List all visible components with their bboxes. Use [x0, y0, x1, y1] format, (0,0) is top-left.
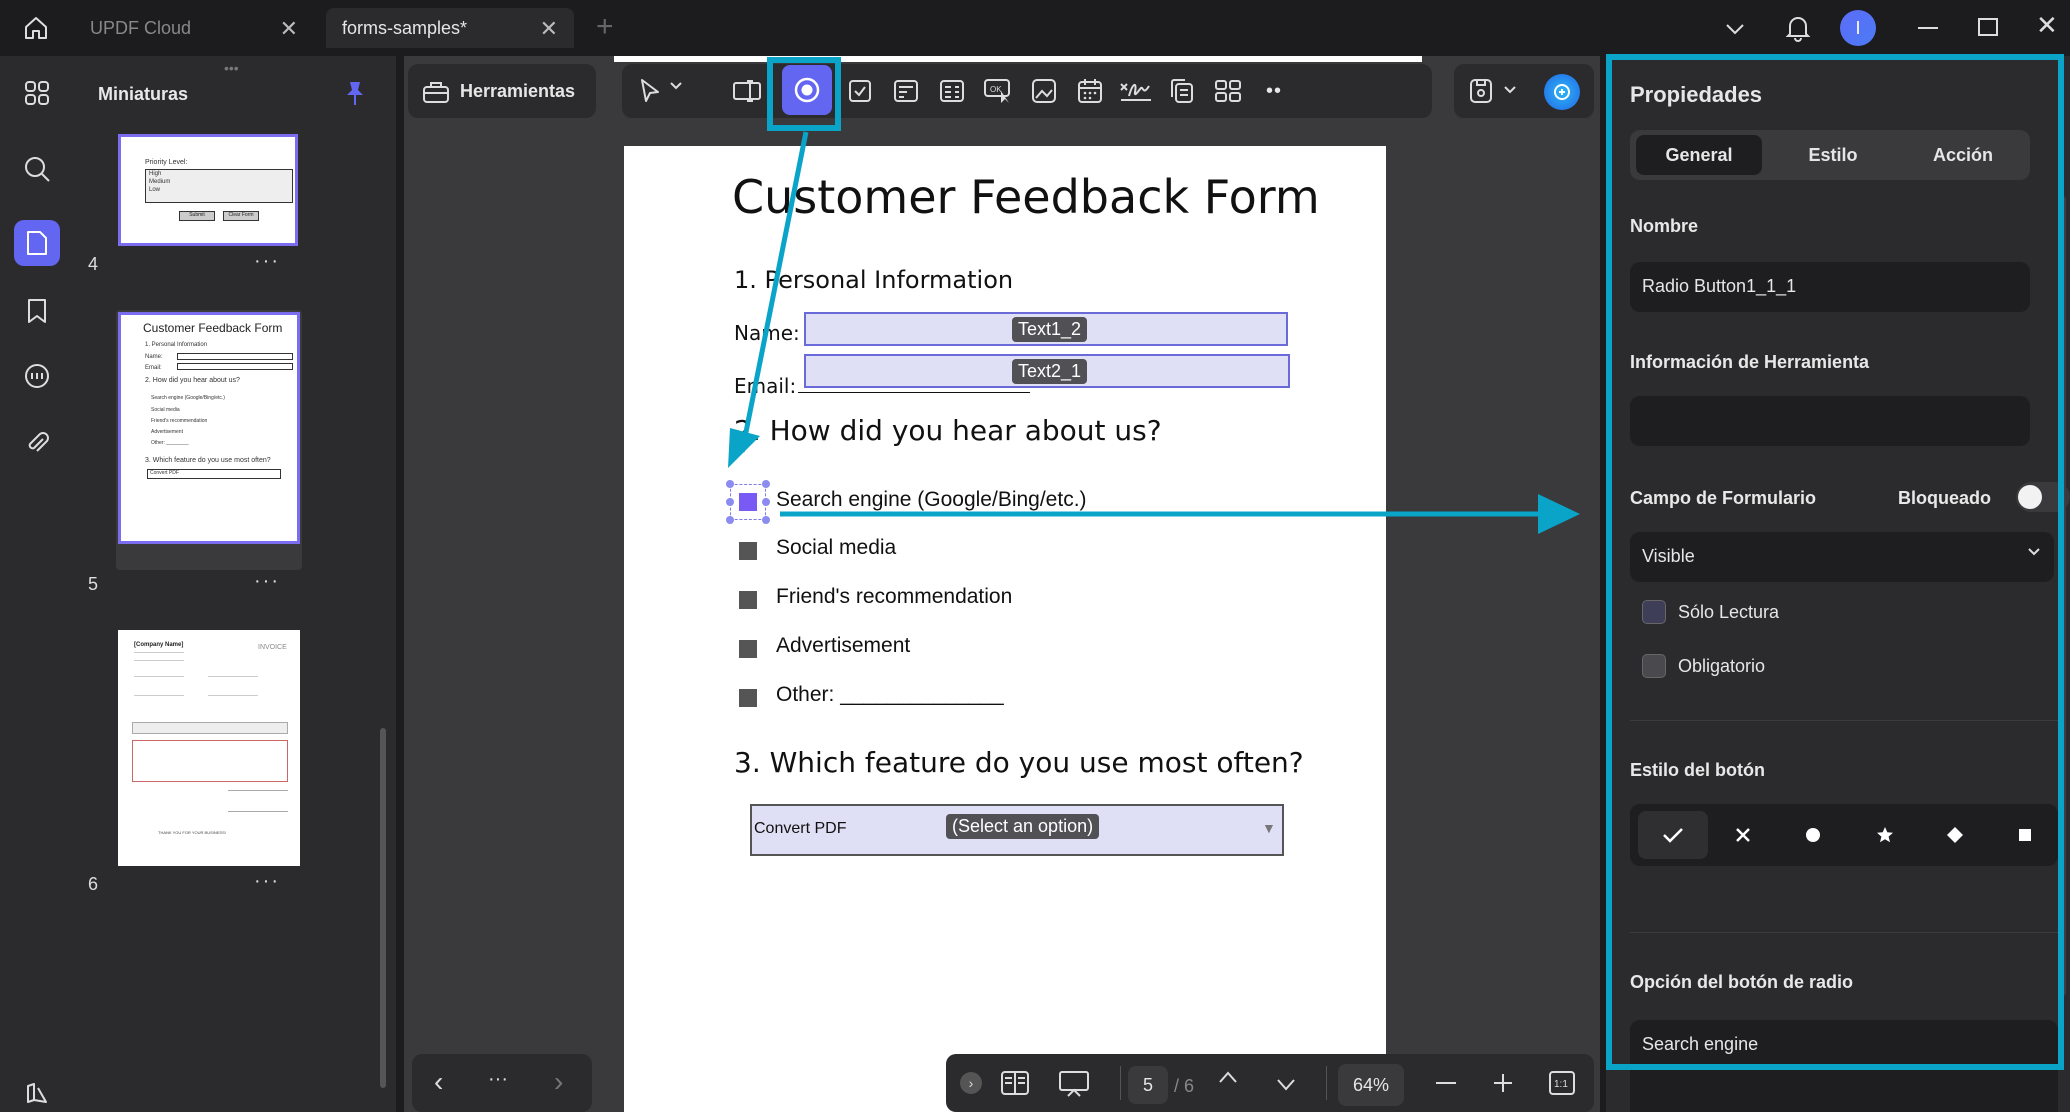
annotation-arrows: [728, 131, 1580, 534]
